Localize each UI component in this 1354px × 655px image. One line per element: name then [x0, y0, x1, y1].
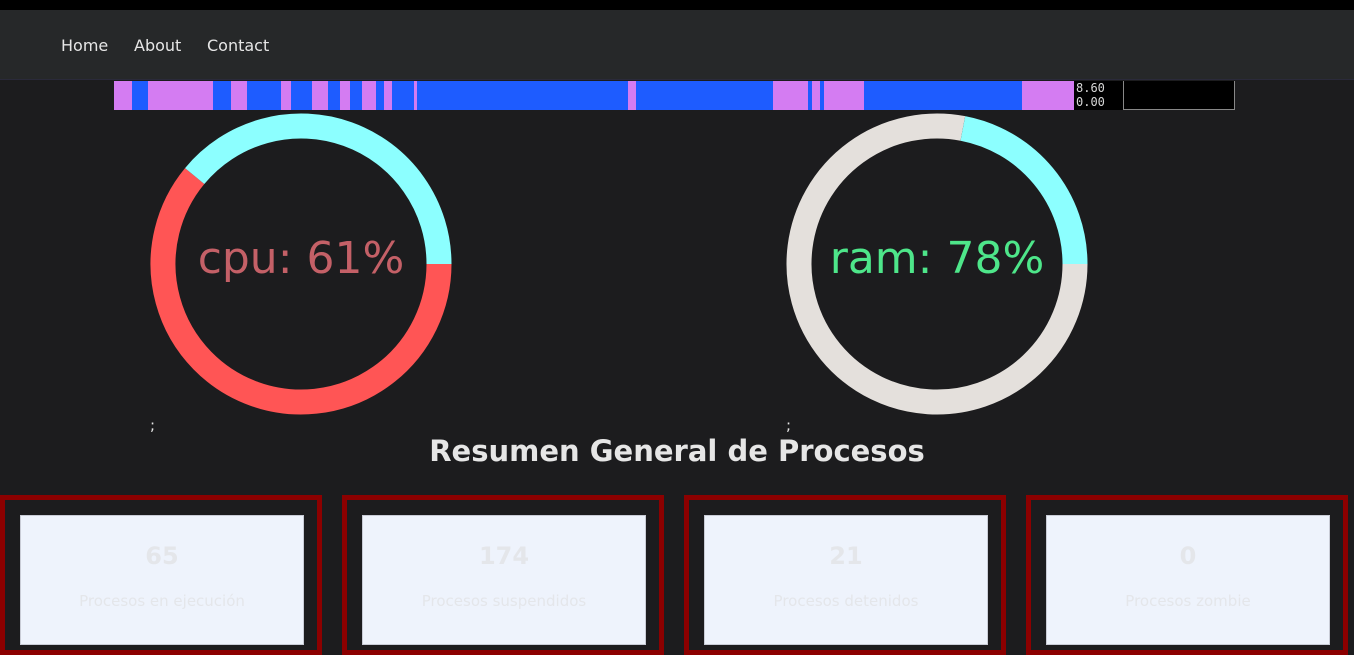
strip-segment: [361, 81, 377, 110]
card-running-label: Procesos en ejecución: [79, 592, 245, 610]
strip-scale-max: 8.60: [1076, 81, 1105, 95]
strip-segment: [772, 81, 809, 110]
card-zombie-label: Procesos zombie: [1125, 592, 1251, 610]
navbar: Home About Contact: [0, 10, 1354, 80]
card-running-count: 65: [145, 542, 179, 570]
cpu-usage-label: cpu: 61%: [197, 233, 405, 284]
strip-segment: [340, 81, 351, 110]
ram-gauge: ram: 78%: [786, 113, 1088, 415]
strip-segment: [863, 81, 1023, 110]
ram-usage-label: ram: 78%: [829, 233, 1045, 284]
browser-top-strip: [0, 0, 1354, 10]
strip-segment: [824, 81, 865, 110]
strip-segment: [147, 81, 214, 110]
card-stopped-body: 21 Procesos detenidos: [704, 515, 988, 645]
strip-segment: [246, 81, 282, 110]
nav-link-contact[interactable]: Contact: [207, 36, 269, 55]
strip-segment: [1022, 81, 1075, 110]
strip-segment: [328, 81, 341, 110]
strip-segment: [312, 81, 329, 110]
card-suspended: 174 Procesos suspendidos: [342, 495, 664, 655]
card-suspended-body: 174 Procesos suspendidos: [362, 515, 646, 645]
card-stopped-count: 21: [829, 542, 863, 570]
card-zombie-body: 0 Procesos zombie: [1046, 515, 1330, 645]
process-history-strip: 8.60 0.00: [114, 81, 1235, 110]
card-suspended-label: Procesos suspendidos: [421, 592, 587, 610]
strip-segment: [231, 81, 248, 110]
card-stopped: 21 Procesos detenidos: [684, 495, 1006, 655]
strip-segment: [290, 81, 313, 110]
card-running: 65 Procesos en ejecución: [0, 495, 322, 655]
card-suspended-count: 174: [478, 542, 530, 570]
strip-segment: [350, 81, 363, 110]
strip-segment: [213, 81, 232, 110]
card-zombie: 0 Procesos zombie: [1026, 495, 1348, 655]
strip-segment: [280, 81, 292, 110]
strip-scale-min: 0.00: [1076, 95, 1105, 109]
card-stopped-label: Procesos detenidos: [773, 592, 919, 610]
strip-segment: [635, 81, 773, 110]
strip-scale: 8.60 0.00: [1076, 81, 1124, 110]
cpu-used-arc: [150, 168, 452, 415]
strip-segment: [391, 81, 414, 110]
strip-segment: [114, 81, 133, 110]
cpu-gauge: cpu: 61%: [150, 113, 452, 415]
card-zombie-count: 0: [1179, 542, 1197, 570]
strip-bars: [114, 81, 1075, 110]
nav-link-home[interactable]: Home: [61, 36, 108, 55]
ram-trailing-text: ;: [786, 416, 792, 434]
nav-link-about[interactable]: About: [134, 36, 181, 55]
strip-empty-box: [1123, 81, 1235, 110]
summary-title: Resumen General de Procesos: [429, 434, 925, 468]
strip-segment: [131, 81, 149, 110]
card-running-body: 65 Procesos en ejecución: [20, 515, 304, 645]
strip-segment: [417, 81, 629, 110]
cpu-trailing-text: ;: [150, 416, 156, 434]
